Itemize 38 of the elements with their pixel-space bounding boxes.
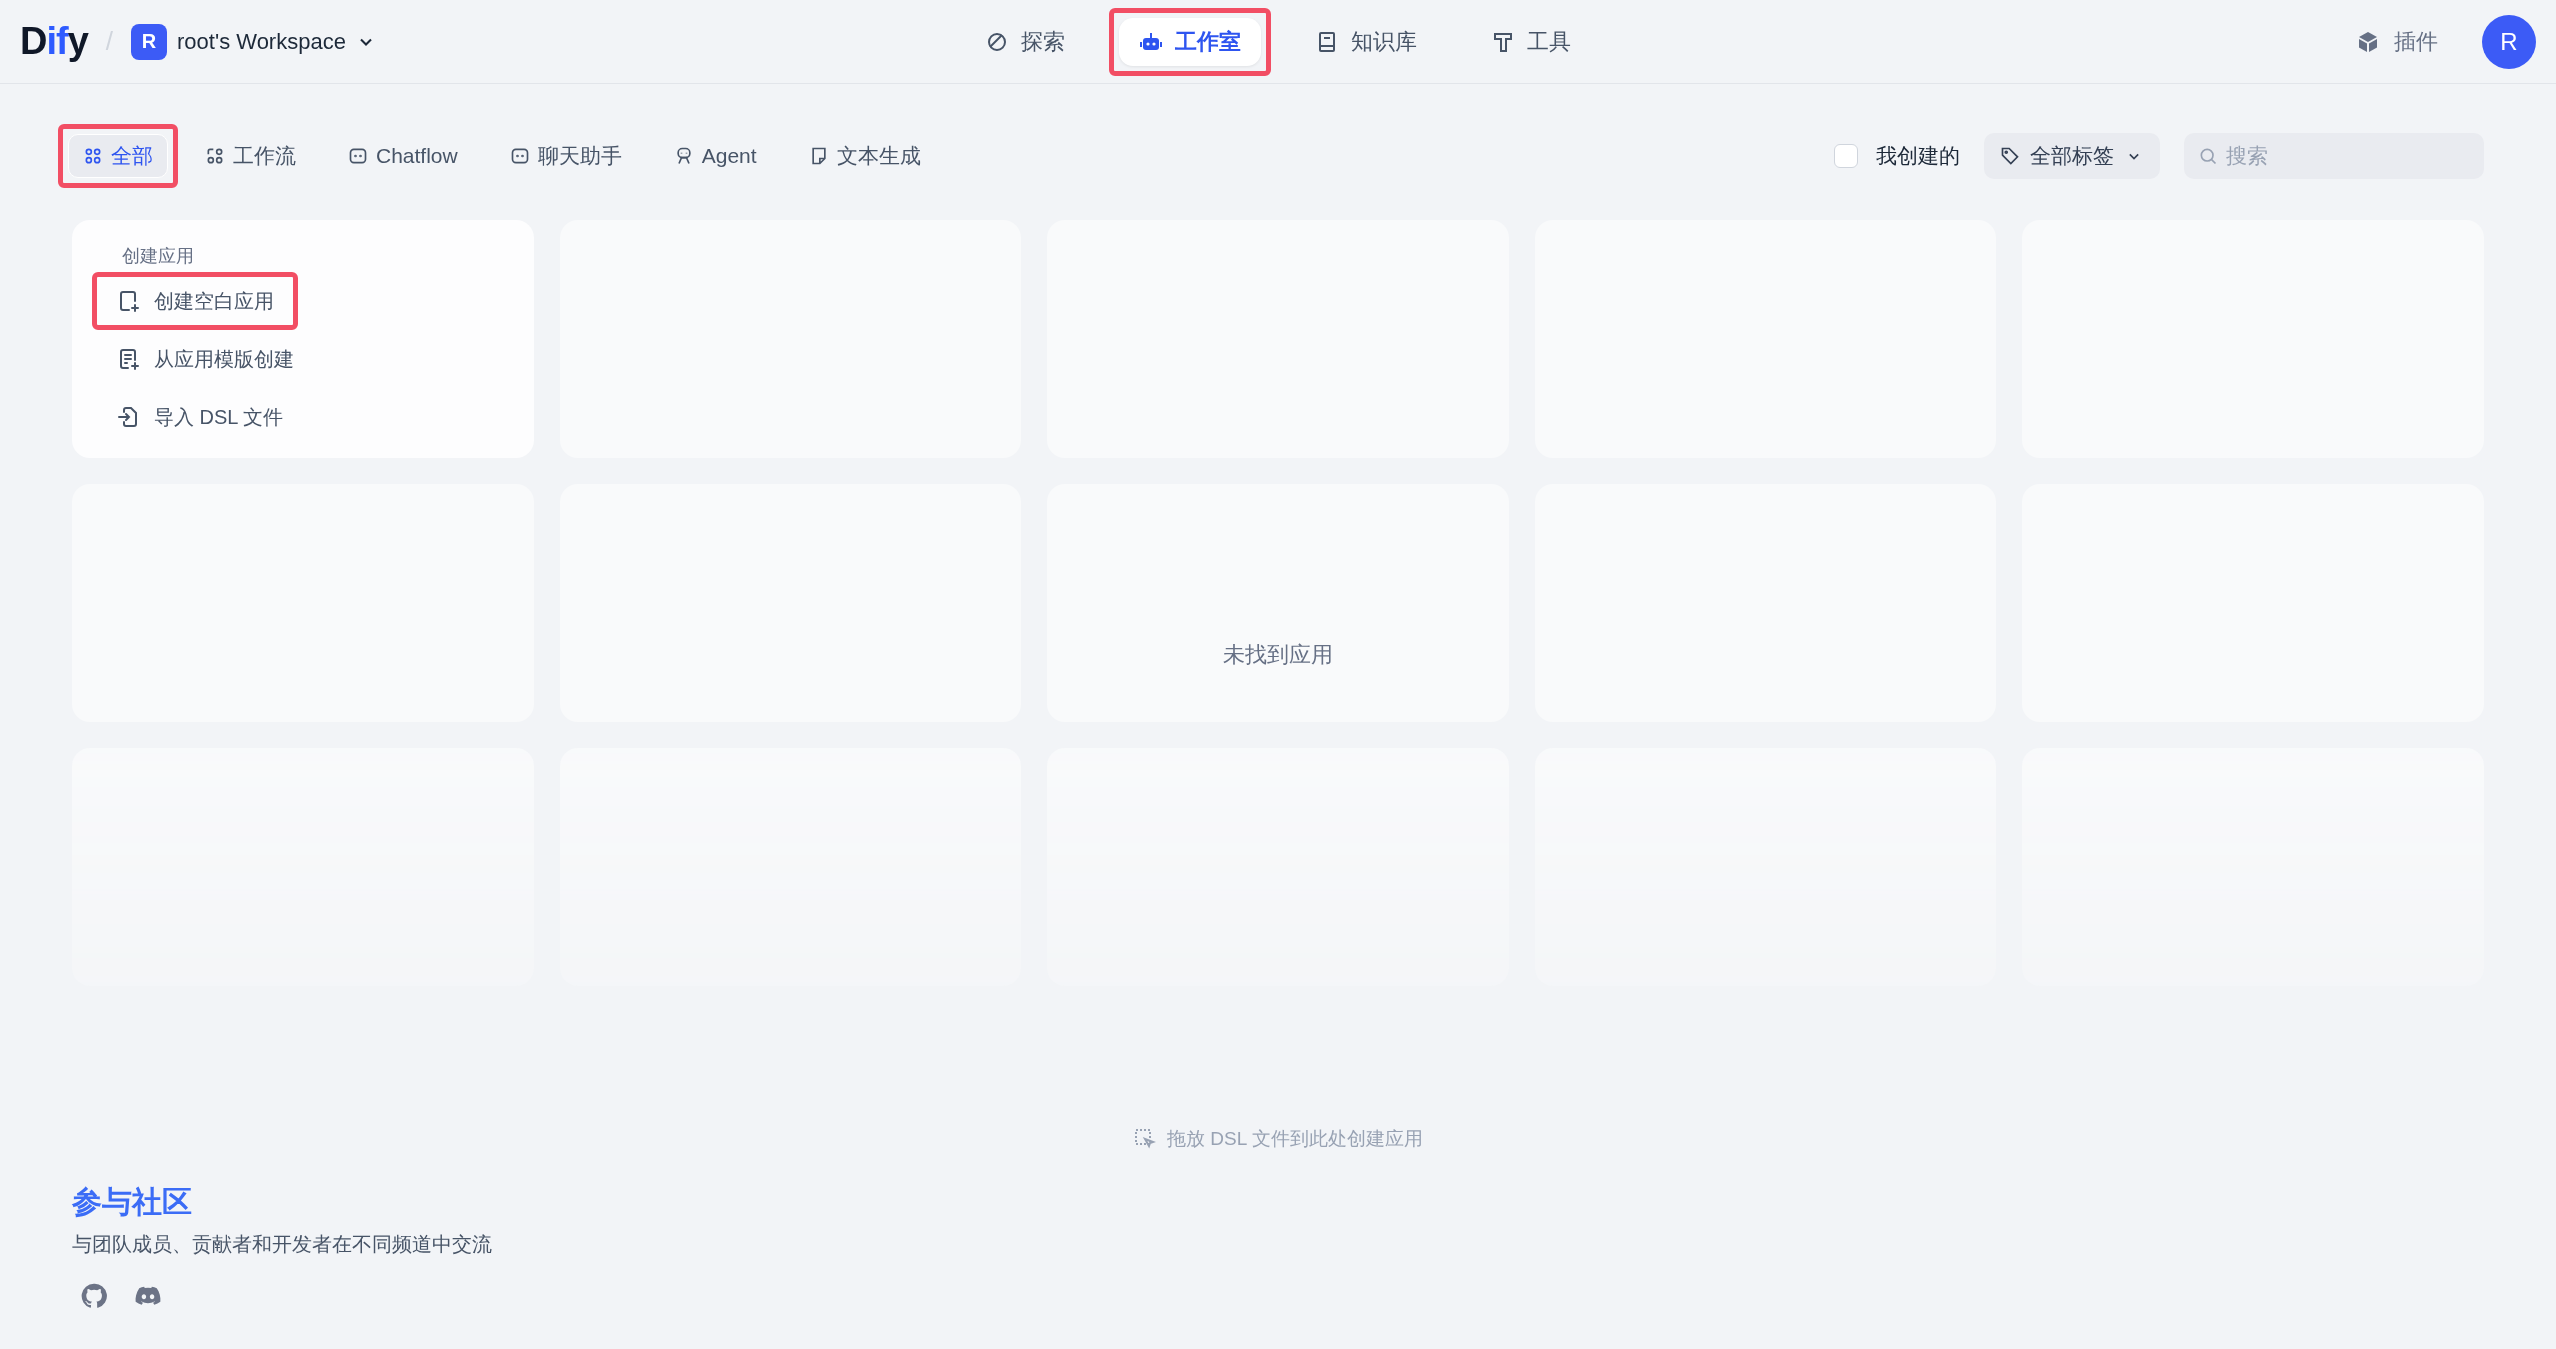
search-icon	[2198, 146, 2218, 166]
cube-icon	[2356, 29, 2380, 54]
create-option[interactable]: 导入 DSL 文件	[102, 398, 298, 436]
nav-tab[interactable]: 工作室	[1119, 17, 1261, 66]
tag-icon	[2000, 146, 2020, 166]
workspace-badge: R	[131, 23, 168, 60]
filter-tab[interactable]: 文本生成	[793, 134, 936, 178]
github-icon[interactable]	[80, 1282, 108, 1310]
tag-filter-dropdown[interactable]: 全部标签	[1984, 133, 2160, 179]
filter-tab[interactable]: Chatflow	[333, 134, 473, 178]
nav-tab[interactable]: 工具	[1471, 17, 1591, 66]
checkbox[interactable]	[1834, 144, 1858, 168]
drop-hint: 拖放 DSL 文件到此处创建应用	[1167, 1127, 1423, 1151]
filter-tab[interactable]: Agent	[658, 134, 772, 178]
filter-tab[interactable]: 聊天助手	[494, 134, 637, 178]
plugins-link[interactable]: 插件	[2394, 26, 2438, 57]
filter-tab[interactable]: 工作流	[190, 134, 311, 178]
create-option[interactable]: 创建空白应用	[102, 282, 288, 320]
grid-icon	[83, 146, 103, 166]
workspace-name[interactable]: root's Workspace	[177, 28, 346, 55]
filter-tab[interactable]: 全部	[68, 134, 168, 178]
file-import-icon	[116, 405, 140, 429]
community-title: 参与社区	[72, 1184, 192, 1220]
chat-icon	[509, 146, 530, 166]
empty-message: 未找到应用	[1223, 642, 1333, 667]
separator-slash: /	[105, 26, 114, 57]
create-option[interactable]: 从应用模版创建	[102, 340, 308, 378]
community-description: 与团队成员、贡献者和开发者在不同频道中交流	[72, 1232, 492, 1257]
search-field[interactable]: 搜索	[2184, 133, 2484, 179]
chat-icon	[348, 146, 368, 166]
nav-tab[interactable]: 知识库	[1295, 17, 1437, 66]
checkbox-label[interactable]: 我创建的	[1876, 142, 1960, 170]
drop-cursor-icon	[1133, 1127, 1158, 1151]
logo[interactable]: Dify	[20, 20, 88, 63]
nav-tab[interactable]: 探索	[965, 17, 1085, 66]
card-title: 创建应用	[122, 245, 194, 268]
workflow-icon	[205, 146, 225, 166]
user-avatar[interactable]: R	[2482, 14, 2536, 69]
